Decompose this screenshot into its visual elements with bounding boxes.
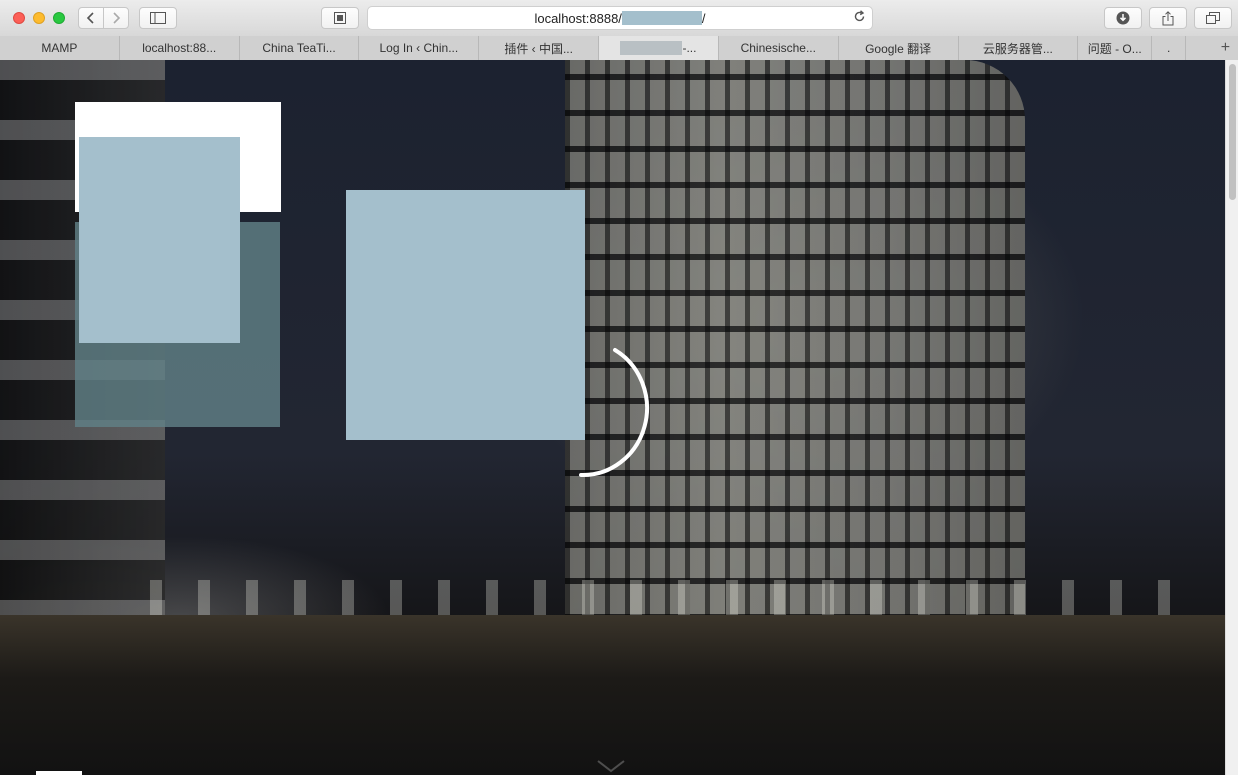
tab-cloud-server[interactable]: 云服务器管... [959, 36, 1079, 60]
tab-dot[interactable]: . [1152, 36, 1187, 60]
tab-bar: MAMP localhost:88... China TeaTi... Log … [0, 36, 1238, 61]
chevron-right-icon [113, 12, 121, 24]
download-button[interactable] [1104, 7, 1142, 29]
image-placeholder-left [79, 137, 240, 343]
tab-mamp[interactable]: MAMP [0, 36, 120, 60]
reader-button[interactable] [321, 7, 359, 29]
tab-label: Chinesische... [740, 41, 816, 55]
address-bar[interactable]: localhost:8888/ / [367, 6, 873, 30]
scroll-down-icon[interactable] [596, 758, 626, 774]
plus-icon: + [1220, 39, 1231, 56]
tab-label: Log In ‹ Chin... [379, 41, 459, 55]
tabs-overview-icon [1206, 12, 1220, 24]
tab-google-translate[interactable]: Google 翻译 [839, 36, 959, 60]
tab-label: 插件 ‹ 中国... [504, 41, 573, 56]
loading-spinner-icon [579, 348, 649, 478]
tab-label: MAMP [41, 41, 78, 55]
tab-china-teatime[interactable]: China TeaTi... [240, 36, 360, 60]
tab-label: China TeaTi... [262, 41, 336, 55]
bottom-left-marker [36, 771, 82, 775]
background-street [0, 615, 1225, 775]
vertical-scrollbar[interactable] [1225, 60, 1238, 775]
url-redacted-segment [621, 11, 702, 25]
sidebar-icon [150, 12, 166, 24]
tab-question[interactable]: 问题 - O... [1078, 36, 1153, 60]
url-prefix: localhost:8888/ [534, 10, 622, 26]
back-button[interactable] [78, 7, 104, 29]
sidebar-button[interactable] [139, 7, 177, 29]
minimize-window-button[interactable] [33, 12, 45, 24]
tab-chinesische[interactable]: Chinesische... [719, 36, 839, 60]
share-button[interactable] [1149, 7, 1187, 29]
page-viewport [0, 60, 1225, 775]
forward-button[interactable] [103, 7, 129, 29]
background-office-tower [565, 60, 1025, 620]
tab-label: 问题 - O... [1087, 41, 1142, 56]
tab-label: Google 翻译 [865, 41, 932, 56]
download-icon [1116, 11, 1130, 25]
tab-label: 云服务器管... [982, 41, 1053, 56]
close-window-button[interactable] [13, 12, 25, 24]
tab-current[interactable]: -... [599, 36, 719, 60]
scrollbar-thumb[interactable] [1229, 64, 1236, 200]
reload-icon [854, 10, 865, 22]
tab-redacted-title [620, 41, 683, 55]
new-tab-button[interactable]: + [1186, 36, 1238, 60]
tab-overview-button[interactable] [1194, 7, 1232, 29]
share-icon [1162, 10, 1174, 25]
reload-button[interactable] [853, 10, 866, 26]
browser-titlebar: localhost:8888/ / [0, 0, 1238, 37]
tab-label: . [1166, 41, 1171, 55]
maximize-window-button[interactable] [53, 12, 65, 24]
tab-login[interactable]: Log In ‹ Chin... [359, 36, 480, 60]
url-suffix: / [701, 10, 706, 26]
tab-plugins[interactable]: 插件 ‹ 中国... [479, 36, 600, 60]
tab-label: -... [682, 41, 697, 55]
tab-localhost[interactable]: localhost:88... [120, 36, 240, 60]
tab-label: localhost:88... [142, 41, 217, 55]
chevron-left-icon [86, 12, 94, 24]
reader-icon [334, 12, 346, 24]
